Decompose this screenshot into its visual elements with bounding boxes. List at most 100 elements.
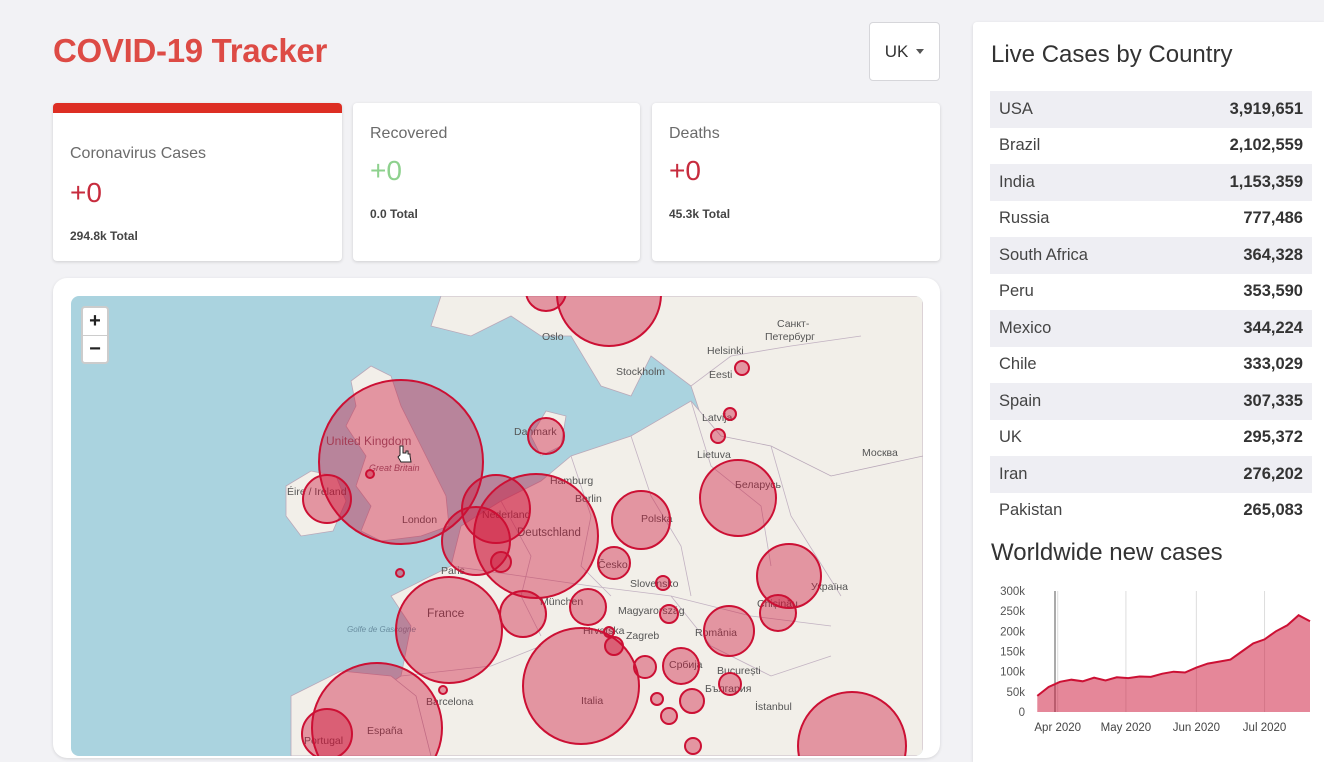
- map-label: Петербург: [765, 331, 815, 343]
- map-label: Helsinki: [707, 345, 744, 357]
- case-circle: [395, 568, 405, 578]
- country-row: UK 295,372: [990, 420, 1312, 457]
- country-row: USA 3,919,651: [990, 91, 1312, 128]
- map-label: Eesti: [709, 369, 732, 381]
- zoom-in-button[interactable]: +: [83, 308, 107, 336]
- case-circle: [734, 360, 750, 376]
- deaths-card[interactable]: Deaths +0 45.3k Total: [652, 103, 940, 261]
- x-tick-label: May 2020: [1101, 722, 1152, 734]
- country-row: Mexico 344,224: [990, 310, 1312, 347]
- country-cases: 333,029: [1243, 355, 1303, 374]
- recovered-total: 0.0 Total: [370, 207, 418, 221]
- country-select-value: UK: [884, 41, 909, 61]
- case-circle: [759, 594, 797, 632]
- y-tick-label: 200k: [1000, 626, 1025, 638]
- y-tick-label: 0: [1019, 707, 1025, 719]
- country-cases: 307,335: [1163, 383, 1312, 420]
- case-circle: [365, 469, 375, 479]
- x-tick-label: Jun 2020: [1173, 722, 1220, 734]
- case-circle: [499, 590, 547, 638]
- case-circle: [723, 407, 737, 421]
- country-cases: 344,224: [1163, 310, 1312, 347]
- country-row: Russia 777,486: [990, 201, 1312, 238]
- country-select[interactable]: UK: [869, 22, 940, 81]
- live-cases-table: USA 3,919,651 Brazil 2,102,559 India 1,153,35…: [990, 91, 1312, 529]
- x-tick-label: Apr 2020: [1034, 722, 1081, 734]
- country-row: Peru 353,590: [990, 274, 1312, 311]
- case-circle: [633, 655, 657, 679]
- cases-total: 294.8k Total: [70, 229, 138, 243]
- map-canvas[interactable]: Oslo Stockholm Helsinki Санкт- Петербург…: [71, 296, 923, 756]
- case-circle: [718, 672, 742, 696]
- y-tick-label: 250k: [1000, 606, 1025, 618]
- country-name: Chile: [999, 355, 1037, 374]
- case-circle: [662, 647, 700, 685]
- y-tick-label: 100k: [1000, 667, 1025, 679]
- zoom-out-button[interactable]: −: [83, 336, 107, 363]
- case-circle: [660, 707, 678, 725]
- country-cases: 364,328: [1163, 237, 1312, 274]
- worldwide-new-cases-chart: Apr 2020 May 2020 Jun 2020 Jul 2020 0 50k 100k…: [1000, 586, 1311, 734]
- case-circle: [527, 417, 565, 455]
- y-tick-label: 150k: [1000, 647, 1025, 659]
- y-tick-label: 50k: [1006, 687, 1025, 699]
- case-circle: [597, 546, 631, 580]
- country-cases: 2,102,559: [1229, 136, 1303, 155]
- case-circle: [490, 551, 512, 573]
- recovered-value: +0: [370, 155, 402, 186]
- case-circle: [603, 626, 615, 638]
- country-name: USA: [990, 91, 1164, 128]
- country-row: Pakistan 265,083: [990, 493, 1312, 530]
- country-name: Peru: [999, 282, 1034, 301]
- country-name: Pakistan: [999, 501, 1063, 520]
- map-label: İstanbul: [755, 700, 792, 713]
- chart-title: Worldwide new cases: [991, 539, 1223, 566]
- case-circle: [710, 428, 726, 444]
- cases-label: Coronavirus Cases: [70, 145, 207, 162]
- case-circle: [684, 737, 702, 755]
- live-cases-title: Live Cases by Country: [991, 41, 1233, 68]
- map-label: Slovensko: [630, 578, 679, 590]
- country-name: Mexico: [990, 310, 1164, 347]
- recovered-label: Recovered: [370, 125, 448, 142]
- case-circle: [679, 688, 705, 714]
- app-title: COVID-19 Tracker: [53, 32, 328, 69]
- deaths-value: +0: [669, 155, 701, 186]
- case-circle: [699, 459, 777, 537]
- country-cases: 265,083: [1243, 501, 1303, 520]
- case-circle: [438, 685, 448, 695]
- case-circle: [703, 605, 755, 657]
- country-name: Spain: [990, 383, 1164, 420]
- y-tick-label: 300k: [1000, 586, 1025, 598]
- case-circle: [473, 473, 599, 599]
- country-row: Iran 276,202: [990, 456, 1312, 493]
- cases-card[interactable]: Coronavirus Cases +0 294.8k Total: [53, 103, 342, 261]
- country-cases: 777,486: [1243, 209, 1303, 228]
- cases-value: +0: [70, 177, 102, 208]
- map-label: Lietuva: [697, 449, 731, 461]
- map-label: Oslo: [542, 331, 564, 343]
- case-circle-france: [395, 576, 503, 684]
- country-row: Spain 307,335: [990, 383, 1312, 420]
- country-name: UK: [999, 428, 1022, 447]
- country-cases: 276,202: [1163, 456, 1312, 493]
- map-view[interactable]: Oslo Stockholm Helsinki Санкт- Петербург…: [71, 296, 923, 756]
- country-row: South Africa 364,328: [990, 237, 1312, 274]
- case-circle: [569, 588, 607, 626]
- chevron-down-icon: [916, 49, 925, 54]
- case-circle: [650, 692, 664, 706]
- country-row: India 1,153,359: [990, 164, 1312, 201]
- country-cases: 3,919,651: [1163, 91, 1312, 128]
- case-circle: [611, 490, 671, 550]
- country-row: Brazil 2,102,559: [990, 128, 1312, 165]
- case-circle: [655, 575, 671, 591]
- country-name: Brazil: [999, 136, 1041, 155]
- country-cases: 295,372: [1243, 428, 1303, 447]
- recovered-card[interactable]: Recovered +0 0.0 Total: [353, 103, 640, 261]
- map-label: Stockholm: [616, 366, 665, 378]
- case-circle: [301, 708, 353, 756]
- country-row: Chile 333,029: [990, 347, 1312, 384]
- country-name: India: [990, 164, 1164, 201]
- country-name: South Africa: [990, 237, 1164, 274]
- chart-area: [1037, 615, 1310, 712]
